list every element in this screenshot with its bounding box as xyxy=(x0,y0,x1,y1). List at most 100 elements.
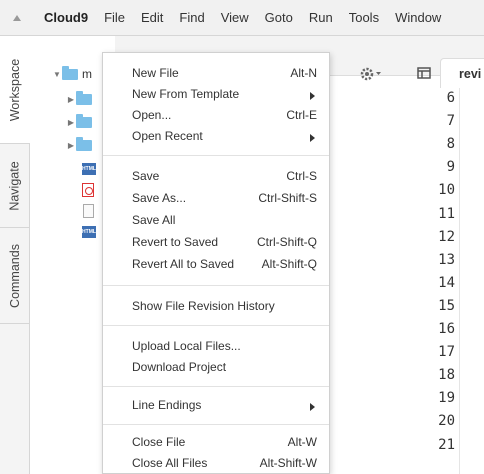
editor-tab[interactable]: revi xyxy=(440,58,484,88)
menu-separator xyxy=(103,424,329,425)
document-icon xyxy=(83,204,94,218)
tab-commands-label: Commands xyxy=(8,243,23,308)
triangle-up-icon xyxy=(13,14,21,21)
html-file-icon: HTML xyxy=(82,163,96,175)
tab-workspace[interactable]: Workspace xyxy=(0,36,30,144)
menu-item-label: Open... xyxy=(132,108,172,122)
menu-item-label: Show File Revision History xyxy=(132,299,275,313)
menu-item-label: Open Recent xyxy=(132,129,203,143)
tab-commands[interactable]: Commands xyxy=(0,228,30,324)
menu-item-shortcut: Alt-W xyxy=(287,435,317,449)
menu-item-label: Save All xyxy=(132,213,176,227)
menu-item-label: New File xyxy=(132,66,179,80)
menu-tools[interactable]: Tools xyxy=(341,0,387,36)
menu-bar: Cloud9 File Edit Find View Goto Run Tool… xyxy=(0,0,484,36)
menu-item-upload-local-files[interactable]: Upload Local Files... xyxy=(103,336,329,358)
menu-item-label: Download Project xyxy=(132,360,227,374)
line-number: 9 xyxy=(446,159,455,176)
menu-item-save-all[interactable]: Save All xyxy=(103,210,329,232)
editor-tab-label: revi xyxy=(459,67,482,81)
tab-workspace-label: Workspace xyxy=(8,58,23,121)
line-number: 21 xyxy=(438,436,455,453)
menu-item-label: Save As... xyxy=(132,191,187,205)
collapse-menu-button[interactable] xyxy=(0,0,34,36)
file-menu-dropdown: New File Alt-N New From Template Open...… xyxy=(102,52,330,474)
line-number: 8 xyxy=(446,136,455,153)
line-number: 20 xyxy=(438,413,455,430)
folder-icon xyxy=(76,136,92,151)
menu-item-show-revision-history[interactable]: Show File Revision History xyxy=(103,296,329,318)
tree-folder[interactable]: ▶ xyxy=(66,134,92,156)
pdf-file-icon xyxy=(82,183,94,197)
menu-view[interactable]: View xyxy=(213,0,257,36)
tree-root-name: m xyxy=(82,67,92,81)
line-number: 19 xyxy=(438,390,455,407)
tab-list-icon[interactable] xyxy=(417,67,431,79)
menu-item-shortcut: Ctrl-Shift-Q xyxy=(257,235,317,249)
tree-file-html[interactable]: HTML xyxy=(82,221,96,243)
folder-icon xyxy=(76,90,92,105)
line-number: 11 xyxy=(438,205,455,222)
tree-file-html[interactable]: HTML xyxy=(82,158,96,180)
menu-item-open[interactable]: Open... Ctrl-E xyxy=(103,105,329,127)
menu-item-shortcut: Alt-Shift-Q xyxy=(261,257,317,271)
menu-item-shortcut: Alt-Shift-W xyxy=(259,456,317,470)
menu-goto[interactable]: Goto xyxy=(257,0,301,36)
menu-separator xyxy=(103,325,329,326)
menu-item-label: Revert All to Saved xyxy=(132,257,235,271)
menu-item-close-file[interactable]: Close File Alt-W xyxy=(103,432,329,454)
menu-item-download-project[interactable]: Download Project xyxy=(103,357,329,379)
menu-edit[interactable]: Edit xyxy=(133,0,171,36)
caret-right-icon[interactable]: ▶ xyxy=(66,141,76,150)
menu-separator xyxy=(103,386,329,387)
side-tab-strip: Workspace Navigate Commands xyxy=(0,36,30,474)
menu-item-new-from-template[interactable]: New From Template xyxy=(103,84,329,106)
menu-item-shortcut: Ctrl-Shift-S xyxy=(258,191,317,205)
caret-down-icon[interactable]: ▼ xyxy=(52,70,62,79)
submenu-arrow-icon xyxy=(310,134,315,142)
menu-separator xyxy=(103,155,329,156)
tab-navigate-label: Navigate xyxy=(8,160,22,211)
line-number: 10 xyxy=(438,182,455,199)
menu-item-label: Line Endings xyxy=(132,398,202,412)
cloud9-logo[interactable]: Cloud9 xyxy=(34,10,96,25)
menu-item-label: Revert to Saved xyxy=(132,235,219,249)
menu-item-revert-all-to-saved[interactable]: Revert All to Saved Alt-Shift-Q xyxy=(103,254,329,276)
tree-file-doc[interactable] xyxy=(83,200,94,222)
menu-item-line-endings[interactable]: Line Endings xyxy=(103,395,329,417)
tree-folder[interactable]: ▶ xyxy=(66,88,92,110)
folder-icon xyxy=(76,113,92,128)
gear-icon[interactable] xyxy=(359,66,383,82)
cloud9-ide: Cloud9 File Edit Find View Goto Run Tool… xyxy=(0,0,484,474)
caret-right-icon[interactable]: ▶ xyxy=(66,95,76,104)
line-number: 13 xyxy=(438,251,455,268)
menu-window[interactable]: Window xyxy=(387,0,449,36)
menu-run[interactable]: Run xyxy=(301,0,341,36)
caret-right-icon[interactable]: ▶ xyxy=(66,118,76,127)
submenu-arrow-icon xyxy=(310,403,315,411)
menu-item-label: New From Template xyxy=(132,87,240,101)
tree-root-folder[interactable]: ▼ m xyxy=(52,63,92,85)
tree-folder[interactable]: ▶ xyxy=(66,111,92,133)
menu-item-new-file[interactable]: New File Alt-N xyxy=(103,63,329,85)
menu-item-label: Upload Local Files... xyxy=(132,339,241,353)
menu-item-save-as[interactable]: Save As... Ctrl-Shift-S xyxy=(103,188,329,210)
editor-gutter: 6 7 8 9 10 11 12 13 14 15 16 17 18 19 20 21 xyxy=(400,88,460,474)
menu-item-save[interactable]: Save Ctrl-S xyxy=(103,166,329,188)
submenu-arrow-icon xyxy=(310,92,315,100)
menu-item-open-recent[interactable]: Open Recent xyxy=(103,126,329,148)
menu-file[interactable]: File xyxy=(96,0,133,36)
menu-find[interactable]: Find xyxy=(171,0,212,36)
line-number: 17 xyxy=(438,344,455,361)
tree-file-pdf[interactable] xyxy=(82,179,94,201)
menu-item-close-all-files[interactable]: Close All Files Alt-Shift-W xyxy=(103,453,329,474)
menu-separator xyxy=(103,285,329,286)
menu-item-shortcut: Ctrl-S xyxy=(286,169,317,183)
menu-item-shortcut: Ctrl-E xyxy=(286,108,317,122)
line-number: 7 xyxy=(446,113,455,130)
line-number: 18 xyxy=(438,367,455,384)
line-number: 6 xyxy=(446,90,455,106)
menu-item-revert-to-saved[interactable]: Revert to Saved Ctrl-Shift-Q xyxy=(103,232,329,254)
folder-icon xyxy=(62,65,78,80)
tab-navigate[interactable]: Navigate xyxy=(0,144,30,228)
